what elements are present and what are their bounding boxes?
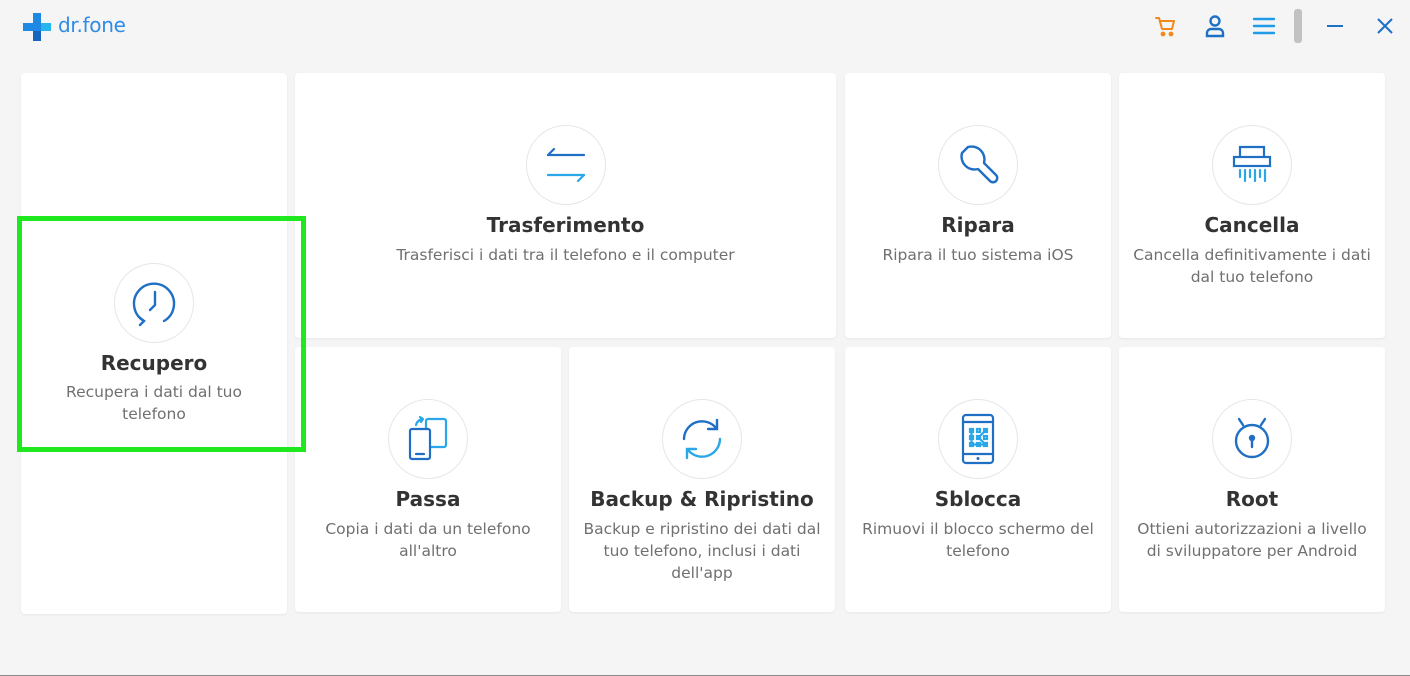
tool-description: Copia i dati da un telefono all'altro [325,520,531,560]
tool-card-backup[interactable]: Backup & Ripristino Backup e ripristino … [569,347,835,612]
sync-cycle-icon [662,399,742,479]
tool-card-sblocca[interactable]: Sblocca Rimuovi il blocco schermo del te… [845,347,1111,612]
user-icon[interactable] [1201,12,1229,40]
tool-title: Recupero [100,351,208,375]
drfone-cross-icon [23,13,51,41]
phone-pattern-lock-icon [938,399,1018,479]
menu-icon[interactable] [1250,12,1278,40]
app-logo: dr.fone [22,12,126,42]
phone-switch-icon [388,399,468,479]
tool-title: Cancella [1204,213,1300,237]
tool-description: Trasferisci i dati tra il telefono e il … [396,246,735,264]
tool-description: Cancella definitivamente i dati dal tuo … [1133,246,1371,286]
tool-card-ripara[interactable]: Ripara Ripara il tuo sistema iOS [845,73,1111,338]
tool-card-root[interactable]: Root Ottieni autorizzazioni a livello di… [1119,347,1385,612]
tool-title: Trasferimento [486,213,645,237]
close-icon[interactable] [1371,12,1399,40]
shredder-icon [1212,125,1292,205]
tool-card-recupero[interactable]: Recupero Recupera i dati dal tuo telefon… [21,73,287,614]
tool-description: Backup e ripristino dei dati dal tuo tel… [583,520,821,582]
transfer-arrows-icon [526,125,606,205]
app-name: dr.fone [58,13,126,37]
tool-card-passa[interactable]: Passa Copia i dati da un telefono all'al… [295,347,561,612]
clock-restore-icon [114,263,194,343]
titlebar-separator [1294,9,1302,43]
tool-title: Passa [395,487,461,511]
tool-title: Sblocca [934,487,1022,511]
wrench-icon [938,125,1018,205]
tool-card-trasferimento[interactable]: Trasferimento Trasferisci i dati tra il … [295,73,836,338]
tool-description: Ottieni autorizzazioni a livello di svil… [1137,520,1367,560]
tool-description: Recupera i dati dal tuo telefono [66,383,242,423]
tool-title: Backup & Ripristino [590,487,814,511]
title-bar: dr.fone [0,0,1410,56]
minimize-icon[interactable] [1321,12,1349,40]
tool-title: Root [1225,487,1279,511]
tool-title: Ripara [941,213,1015,237]
tool-description: Ripara il tuo sistema iOS [882,246,1074,264]
cart-icon[interactable] [1152,12,1180,40]
tool-description: Rimuovi il blocco schermo del telefono [862,520,1094,560]
tool-card-cancella[interactable]: Cancella Cancella definitivamente i dati… [1119,73,1385,338]
android-root-icon [1212,399,1292,479]
